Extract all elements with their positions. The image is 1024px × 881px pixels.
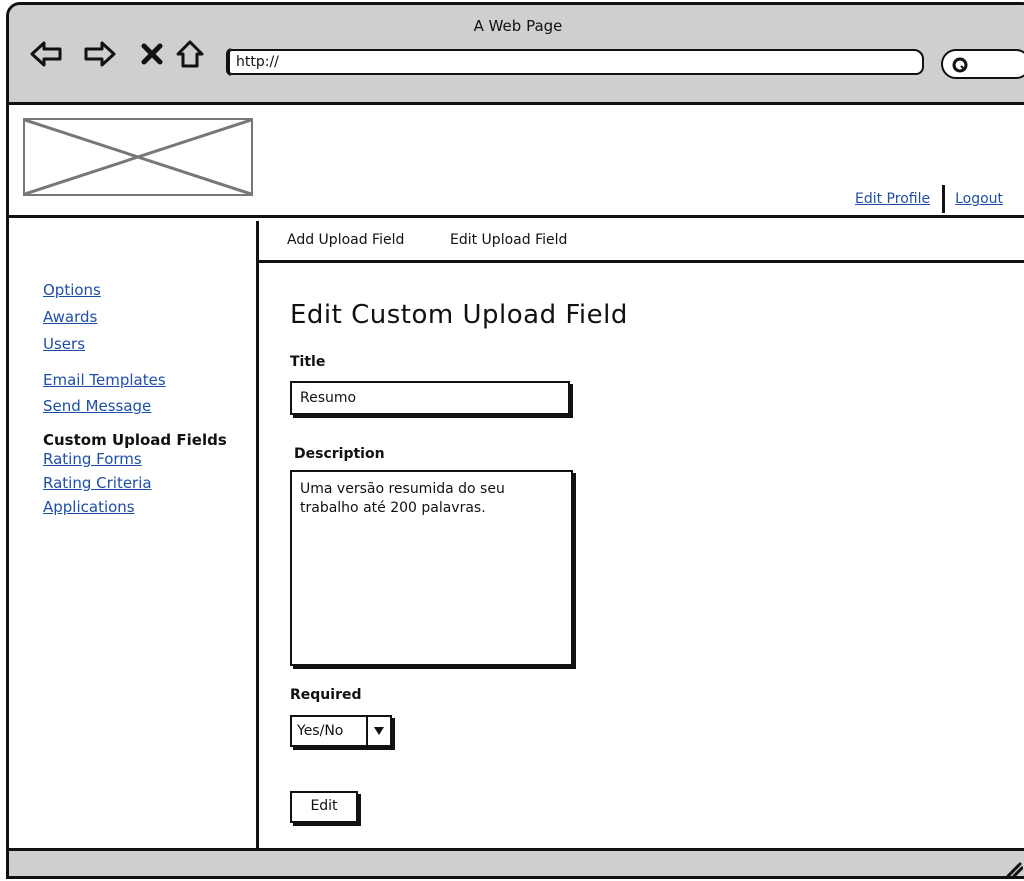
- title-label: Title: [290, 354, 326, 370]
- browser-window: A Web Page http:// Edit Profile Logout O…: [6, 2, 1024, 879]
- resize-grip-icon[interactable]: [1005, 861, 1024, 876]
- required-label: Required: [290, 687, 362, 703]
- link-separator: [942, 185, 946, 213]
- sidebar-item-email-templates[interactable]: Email Templates: [43, 371, 227, 389]
- sidebar-item-rating-criteria[interactable]: Rating Criteria: [43, 474, 227, 492]
- status-bar: [9, 848, 1024, 876]
- sidebar-item-options[interactable]: Options: [43, 281, 227, 299]
- description-label: Description: [294, 446, 385, 462]
- sidebar-nav: Options Awards Users Email Templates Sen…: [43, 281, 227, 516]
- sidebar-item-send-message[interactable]: Send Message: [43, 397, 227, 415]
- window-title: A Web Page: [473, 17, 563, 35]
- back-arrow-icon[interactable]: [29, 39, 63, 69]
- logout-link[interactable]: Logout: [955, 191, 1003, 207]
- sidebar-item-applications[interactable]: Applications: [43, 498, 227, 516]
- required-select-value: Yes/No: [297, 723, 344, 739]
- tab-edit-upload-field[interactable]: Edit Upload Field: [450, 232, 567, 248]
- edit-profile-link[interactable]: Edit Profile: [855, 191, 930, 207]
- stop-icon[interactable]: [135, 39, 169, 69]
- address-bar[interactable]: http://: [226, 48, 924, 76]
- address-text: http://: [236, 54, 279, 70]
- description-textarea[interactable]: Uma versão resumida do seu trabalho até …: [290, 470, 573, 666]
- tab-bar: Add Upload Field Edit Upload Field: [259, 221, 1024, 263]
- title-input[interactable]: Resumo: [290, 381, 570, 415]
- tab-add-upload-field[interactable]: Add Upload Field: [287, 232, 404, 248]
- sidebar-item-awards[interactable]: Awards: [43, 308, 227, 326]
- address-bar-cap: [226, 48, 236, 76]
- account-links: Edit Profile Logout: [855, 185, 1003, 213]
- edit-button[interactable]: Edit: [290, 791, 358, 823]
- required-select[interactable]: Yes/No: [290, 715, 392, 747]
- page-title: Edit Custom Upload Field: [290, 300, 628, 330]
- sidebar-item-custom-upload-fields: Custom Upload Fields: [43, 431, 227, 449]
- sidebar-item-rating-forms[interactable]: Rating Forms: [43, 450, 227, 468]
- sidebar: Options Awards Users Email Templates Sen…: [9, 221, 259, 851]
- browser-chrome: A Web Page http://: [9, 5, 1024, 105]
- home-icon[interactable]: [173, 39, 207, 69]
- site-header: Edit Profile Logout: [9, 105, 1024, 218]
- sidebar-item-users[interactable]: Users: [43, 335, 227, 353]
- main-content: Edit Custom Upload Field Title Resumo De…: [262, 263, 1024, 851]
- search-icon: [951, 56, 969, 78]
- logo-placeholder: [23, 118, 253, 196]
- browser-search-box[interactable]: [941, 49, 1024, 79]
- forward-arrow-icon[interactable]: [83, 39, 117, 69]
- chevron-down-icon[interactable]: [366, 717, 390, 745]
